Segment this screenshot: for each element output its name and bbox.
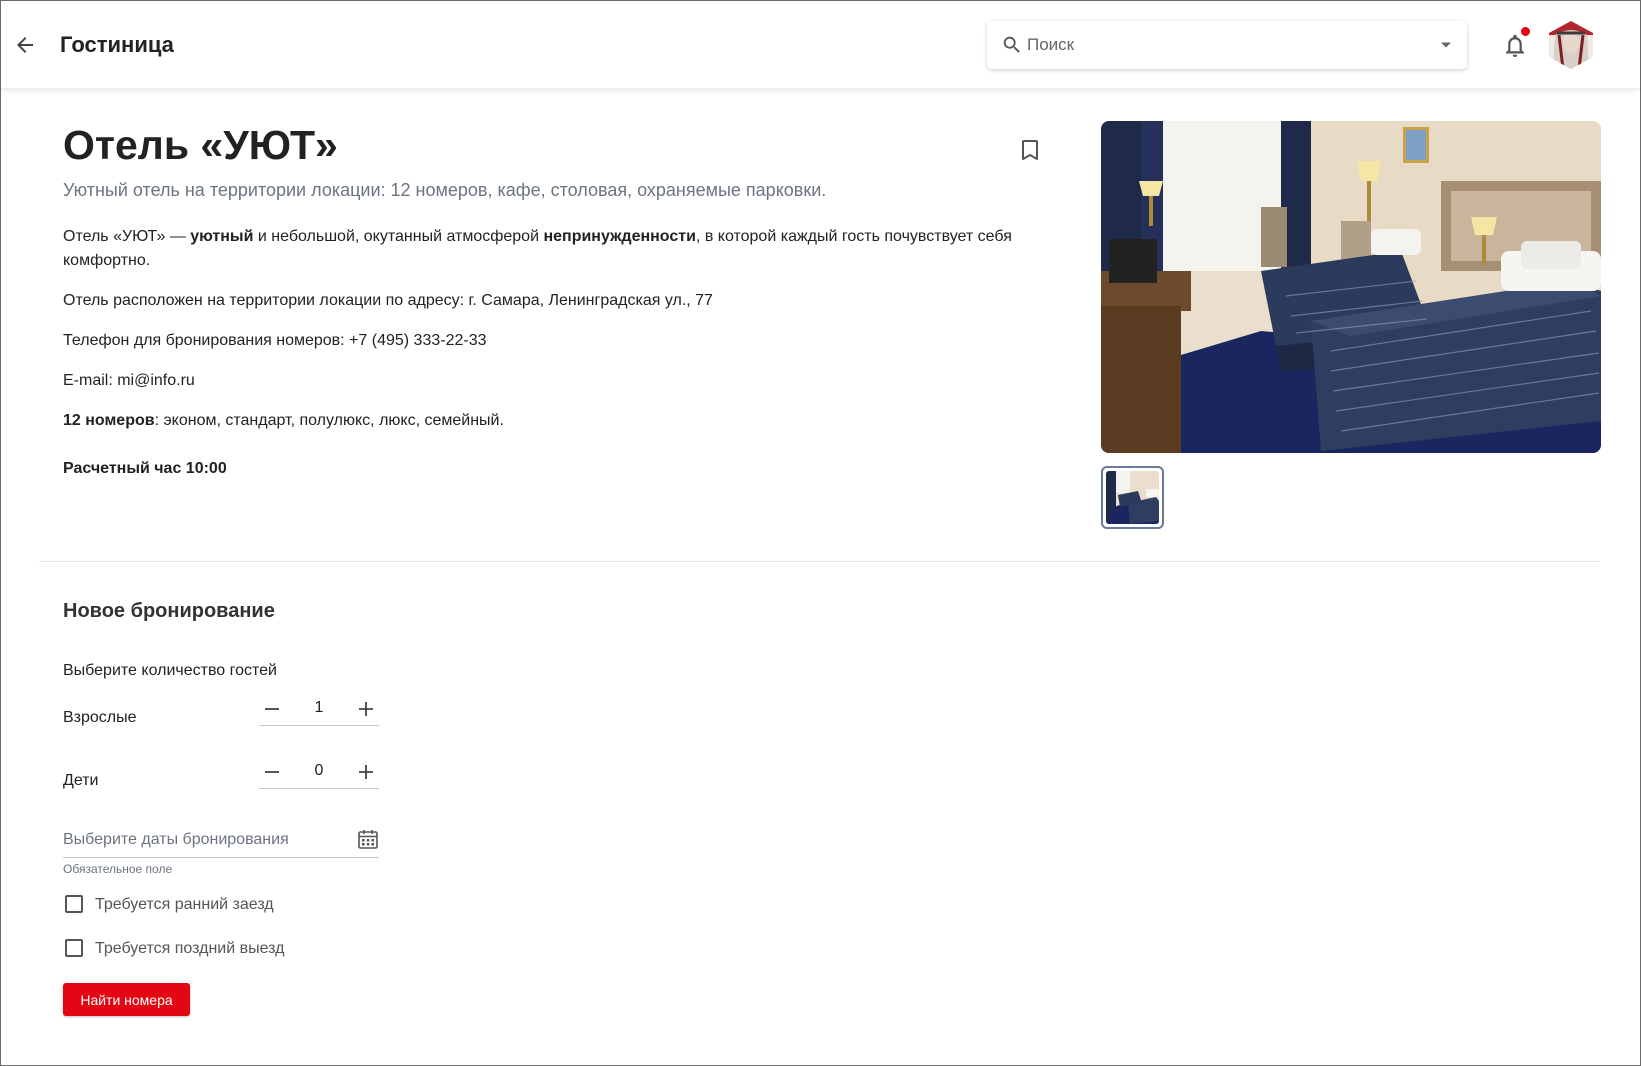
photo-thumbnail[interactable]	[1101, 466, 1164, 529]
desc-bold: непринужденности	[543, 228, 696, 245]
notification-badge	[1521, 27, 1530, 36]
find-rooms-button[interactable]: Найти номера	[63, 983, 190, 1016]
adults-label: Взрослые	[63, 709, 137, 726]
minus-icon[interactable]	[261, 761, 283, 783]
adults-value[interactable]: 1	[289, 699, 349, 717]
hotel-address: Отель расположен на территории локации п…	[63, 292, 713, 309]
early-checkin-label[interactable]: Требуется ранний заезд	[95, 894, 274, 916]
section-divider	[39, 561, 1600, 562]
calendar-icon[interactable]	[357, 828, 379, 850]
search-box[interactable]	[987, 21, 1467, 69]
late-checkout-label[interactable]: Требуется поздний выезд	[95, 938, 284, 960]
minus-icon[interactable]	[261, 698, 283, 720]
top-bar: Гостиница	[1, 1, 1640, 89]
children-stepper: 0	[259, 757, 379, 789]
rooms-types: : эконом, стандарт, полулюкс, люкс, семе…	[154, 412, 504, 429]
guests-label: Выберите количество гостей	[63, 662, 277, 679]
plus-icon[interactable]	[355, 698, 377, 720]
caret-down-icon[interactable]	[1439, 38, 1453, 52]
dates-field[interactable]	[63, 824, 379, 858]
children-value[interactable]: 0	[289, 762, 349, 780]
desc-text: Отель «УЮТ» —	[63, 228, 191, 245]
search-input[interactable]	[1027, 21, 1407, 69]
hotel-email: E-mail: mi@info.ru	[63, 372, 195, 389]
checkbox-box[interactable]	[65, 895, 83, 913]
user-avatar[interactable]	[1549, 21, 1593, 69]
hotel-rooms: 12 номеров: эконом, стандарт, полулюкс, …	[63, 409, 1023, 433]
hotel-description: Отель «УЮТ» — уютный и небольшой, окутан…	[63, 225, 1023, 273]
bookmark-icon[interactable]	[1020, 139, 1040, 161]
desc-bold: уютный	[190, 228, 254, 245]
bell-icon[interactable]	[1503, 33, 1527, 59]
checkbox-box[interactable]	[65, 939, 83, 957]
hotel-photo	[1101, 121, 1601, 453]
booking-title: Новое бронирование	[63, 600, 275, 622]
desc-text: и небольшой, окутанный атмосферой	[253, 228, 544, 245]
plus-icon[interactable]	[355, 761, 377, 783]
dates-input[interactable]	[63, 828, 343, 852]
search-icon	[1003, 36, 1020, 53]
rooms-count: 12 номеров	[63, 412, 155, 429]
app-title: Гостиница	[60, 32, 174, 57]
hotel-phone: Телефон для бронирования номеров: +7 (49…	[63, 332, 487, 349]
children-label: Дети	[63, 772, 99, 789]
hotel-subtitle: Уютный отель на территории локации: 12 н…	[63, 180, 827, 200]
adults-stepper: 1	[259, 694, 379, 726]
dates-helper-text: Обязательное поле	[63, 862, 173, 876]
checkout-time: Расчетный час 10:00	[63, 460, 227, 477]
hotel-title: Отель «УЮТ»	[63, 122, 338, 168]
back-arrow-icon[interactable]	[13, 33, 37, 57]
